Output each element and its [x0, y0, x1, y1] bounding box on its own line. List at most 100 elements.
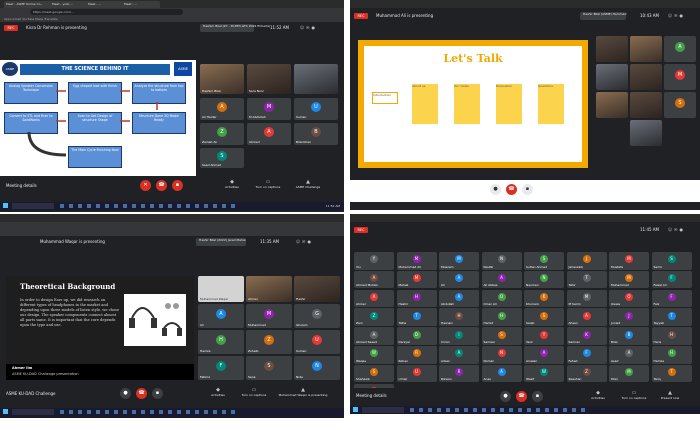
activities-button[interactable]: ◆ Activities	[580, 390, 616, 400]
participant-tile[interactable]: S Samir	[651, 252, 692, 270]
participant-tile[interactable]	[630, 92, 662, 118]
mic-button[interactable]: ●	[490, 184, 501, 195]
browser-tab[interactable]: Meet - ...	[86, 1, 124, 8]
url-input[interactable]: https://meet.google.com/...	[30, 9, 183, 15]
taskbar-apps[interactable]	[410, 408, 590, 412]
avatar[interactable]: ●	[680, 13, 686, 18]
participant-tile[interactable]: M M Abdullah	[247, 98, 291, 120]
browser-tab[interactable]: Meet - ASME Online Co...	[4, 1, 52, 8]
participant-tile[interactable]: D Daniyal	[396, 327, 437, 345]
participant-tile[interactable]: N Nida	[294, 356, 340, 380]
participant-tile[interactable]: Z Zainab Ali	[200, 123, 244, 145]
participant-tile[interactable]: M Mehak	[396, 270, 437, 289]
participant-tile[interactable]: A Ahmer	[354, 289, 394, 308]
participant-tile[interactable]: A Ali Haider	[200, 98, 244, 120]
participant-tile[interactable]: O Omer Ali	[481, 289, 522, 308]
participant-tile[interactable]: Muhammad Waqar	[198, 276, 244, 302]
participant-tile[interactable]: A Adeel	[439, 346, 479, 364]
participant-tile[interactable]: Hashim Bilal	[200, 64, 244, 94]
participant-tile[interactable]: N Noman	[481, 346, 522, 364]
presenter-tag[interactable]: Hashim Bilal (ZY - DI-EE3-GTC 2022 EChar…	[200, 24, 270, 32]
meeting-details-link[interactable]: Meeting details	[6, 183, 37, 188]
participant-tile[interactable]: N Naufal	[481, 252, 522, 270]
present-button[interactable]: ▲ Muhammad Waqar is presenting	[278, 387, 328, 397]
participant-tile[interactable]: MM Sarim	[566, 289, 607, 308]
leave-call-button[interactable]: ☎	[506, 184, 517, 195]
camera-button[interactable]: ▪	[152, 388, 163, 399]
participant-tile[interactable]: S	[664, 92, 696, 118]
participant-tile[interactable]: U Usman	[294, 98, 338, 120]
participant-tile[interactable]: A Anas	[481, 364, 522, 383]
present-button[interactable]: ▲ Present now	[652, 390, 688, 400]
participant-tile[interactable]: H Hamza	[198, 330, 244, 354]
leave-call-button[interactable]: ☎	[136, 388, 147, 399]
mic-button[interactable]: ●	[500, 391, 511, 402]
participant-tile[interactable]	[630, 64, 662, 90]
participant-tile[interactable]: F Fahad	[566, 346, 607, 364]
taskbar-search[interactable]	[362, 407, 404, 413]
participant-tile[interactable]: M Mustafa	[609, 252, 649, 270]
participant-tile[interactable]: A Abdullah	[439, 289, 479, 308]
participant-tile[interactable]: A Ali	[439, 270, 479, 289]
leave-call-button[interactable]: ☎	[516, 391, 527, 402]
participant-tile[interactable]: H Hamid	[481, 308, 522, 326]
participant-tile[interactable]: J Jahanzaib	[566, 252, 607, 270]
browser-tab[interactable]: Meet - ysrb-...	[50, 1, 88, 8]
captions-button[interactable]: ▭ Turn on captions	[616, 390, 652, 400]
participant-tile[interactable]: Z Zain	[354, 308, 394, 326]
participant-tile[interactable]: I Imran	[439, 327, 479, 345]
participant-tile[interactable]: N Nauman	[524, 270, 564, 289]
participant-tile[interactable]: A Ahmed	[247, 123, 291, 145]
participant-tile[interactable]: J Junaid	[609, 308, 649, 326]
participant-tile[interactable]: S Saad Ahmed	[200, 148, 244, 168]
participant-tile[interactable]: A	[664, 36, 696, 62]
participant-tile[interactable]: A Asad	[609, 346, 649, 364]
participant-tile[interactable]: F Fatima	[198, 356, 244, 380]
participant-tile[interactable]: A Ahsan	[566, 308, 607, 326]
participant-tile[interactable]: K Khurram	[524, 289, 564, 308]
participant-tile[interactable]: H Hashir	[396, 289, 437, 308]
taskbar-search[interactable]	[12, 409, 54, 415]
taskbar-search[interactable]	[12, 203, 54, 209]
participant-tile[interactable]: F Faisal Ali	[651, 270, 692, 289]
participant-tile[interactable]: T Tariq	[651, 364, 692, 383]
leave-call-button[interactable]: ☎	[156, 180, 167, 191]
participant-tile[interactable]	[630, 36, 662, 62]
mic-off-button[interactable]: ✕	[140, 180, 151, 191]
participant-tile[interactable]: M Muhammad Ali	[396, 252, 437, 270]
top-icons[interactable]: ☺✉●	[668, 13, 685, 18]
participant-tile[interactable]: H Hamza	[651, 346, 692, 364]
participant-tile[interactable]: Sara Noor	[247, 64, 291, 94]
participant-tile[interactable]: F Faiz	[651, 289, 692, 308]
presenter-tag[interactable]: Hashir Bilal (2022) Jarad Mahal	[196, 238, 246, 246]
camera-off-button[interactable]: ▪	[172, 180, 183, 191]
avatar[interactable]: ●	[312, 25, 318, 30]
participant-tile[interactable]	[596, 92, 628, 118]
windows-start-icon[interactable]	[353, 407, 358, 412]
participant-tile[interactable]: B Bilal Khan	[294, 123, 338, 145]
windows-start-icon[interactable]	[3, 203, 8, 208]
participant-tile[interactable]: Z Zeeshan	[566, 364, 607, 383]
participant-tile[interactable]: S Sana	[246, 356, 292, 380]
participant-tile[interactable]: Ahmer	[246, 276, 292, 302]
participant-tile[interactable]: H Haris	[651, 327, 692, 345]
taskbar-apps[interactable]	[60, 204, 240, 208]
participant-tile[interactable]: B Bilal	[609, 327, 649, 345]
participant-tile[interactable]: S Shahzaib	[354, 364, 394, 383]
camera-button[interactable]: ▪	[532, 391, 543, 402]
participant-tile[interactable]: A Ali Abbas	[481, 270, 522, 289]
participant-tile[interactable]: H Hasnain	[439, 308, 479, 326]
participant-tile[interactable]: Z Zohaib	[246, 330, 292, 354]
participant-tile[interactable]: R Rizwan	[439, 364, 479, 383]
meeting-details-link[interactable]: Meeting details	[356, 393, 387, 398]
activities-button[interactable]: ◆ Activities	[214, 179, 250, 189]
avatar[interactable]: ●	[308, 239, 314, 244]
participant-tile[interactable]: R Rehan	[396, 346, 437, 364]
camera-button[interactable]: ▪	[522, 184, 533, 195]
participant-tile[interactable]: S Sameer	[481, 327, 522, 345]
avatar[interactable]: ●	[680, 227, 686, 232]
participant-tile[interactable]: T Talha	[396, 308, 437, 326]
participant-tile[interactable]: Y Yasir	[524, 327, 564, 345]
participant-tile[interactable]: A Ahmed Saeed	[354, 327, 394, 345]
meeting-details-link[interactable]: ASME KU-DAD Challenge	[6, 391, 56, 396]
